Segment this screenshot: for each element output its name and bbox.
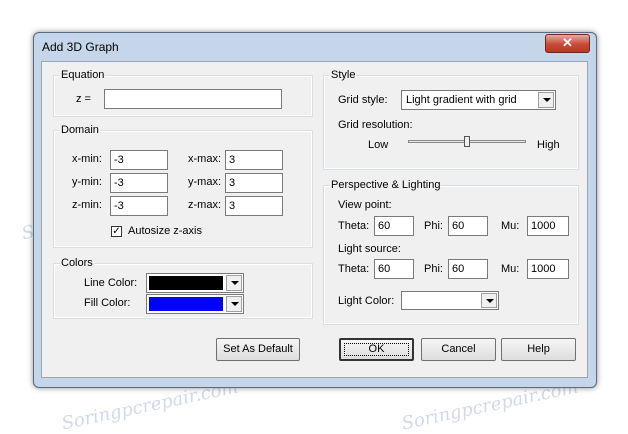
z-equation-input[interactable] xyxy=(104,89,282,109)
check-icon: ✓ xyxy=(112,226,121,237)
title-bar[interactable]: Add 3D Graph ✕ xyxy=(34,33,596,61)
chevron-down-icon[interactable] xyxy=(226,275,242,291)
autosize-z-axis-checkbox[interactable]: ✓ xyxy=(111,226,122,237)
perspective-lighting-group: Perspective & Lighting View point: Theta… xyxy=(323,179,579,325)
help-label: Help xyxy=(527,343,550,355)
add-3d-graph-dialog: Add 3D Graph ✕ Equation z = Domain x-min… xyxy=(33,32,597,388)
autosize-z-axis-label[interactable]: Autosize z-axis xyxy=(128,225,202,237)
chevron-down-icon[interactable] xyxy=(538,92,554,108)
vp-phi-input[interactable]: 60 xyxy=(448,216,488,236)
style-group: Style Grid style: Light gradient with gr… xyxy=(323,69,579,170)
ls-mu-input[interactable]: 1000 xyxy=(527,259,569,279)
ls-phi-label: Phi: xyxy=(424,263,443,275)
grid-style-value: Light gradient with grid xyxy=(406,94,517,106)
dialog-client-area: Equation z = Domain x-min: -3 x-max: 3 y… xyxy=(41,61,588,378)
ok-button[interactable]: OK xyxy=(339,338,414,361)
chevron-down-icon[interactable] xyxy=(481,293,497,308)
style-legend: Style xyxy=(330,69,357,81)
colors-group: Colors Line Color: Fill Color: xyxy=(53,257,313,319)
vp-theta-input[interactable]: 60 xyxy=(374,216,414,236)
fill-color-swatch xyxy=(149,297,223,311)
equation-group: Equation z = xyxy=(53,69,313,117)
view-point-label: View point: xyxy=(338,199,392,211)
light-color-swatch xyxy=(404,294,478,307)
perspective-lighting-legend: Perspective & Lighting xyxy=(330,179,442,191)
grid-resolution-label: Grid resolution: xyxy=(338,119,413,131)
xmin-label: x-min: xyxy=(72,153,102,165)
chevron-down-icon[interactable] xyxy=(226,296,242,312)
colors-legend: Colors xyxy=(60,257,94,269)
fill-color-label: Fill Color: xyxy=(84,297,131,309)
close-icon: ✕ xyxy=(562,35,573,50)
light-color-label: Light Color: xyxy=(338,295,395,307)
window-title: Add 3D Graph xyxy=(42,40,119,54)
z-label: z = xyxy=(76,93,91,105)
grid-style-dropdown[interactable]: Light gradient with grid xyxy=(401,90,556,110)
vp-mu-label: Mu: xyxy=(501,220,520,232)
zmax-label: z-max: xyxy=(188,199,221,211)
grid-resolution-slider-thumb[interactable] xyxy=(464,136,470,147)
help-button[interactable]: Help xyxy=(501,338,576,361)
domain-group: Domain x-min: -3 x-max: 3 y-min: -3 y-ma… xyxy=(53,124,313,248)
vp-theta-label: Theta: xyxy=(338,220,370,232)
line-color-label: Line Color: xyxy=(84,277,138,289)
ymin-label: y-min: xyxy=(72,176,102,188)
line-color-dropdown[interactable] xyxy=(146,273,244,293)
high-label: High xyxy=(537,139,560,151)
zmax-input[interactable]: 3 xyxy=(225,196,283,216)
ymin-input[interactable]: -3 xyxy=(110,173,168,193)
low-label: Low xyxy=(368,139,389,151)
zmin-label: z-min: xyxy=(72,199,102,211)
ymax-input[interactable]: 3 xyxy=(225,173,283,193)
line-color-swatch xyxy=(149,276,223,290)
ymax-label: y-max: xyxy=(188,176,221,188)
light-source-label: Light source: xyxy=(338,243,401,255)
xmax-input[interactable]: 3 xyxy=(225,150,283,170)
zmin-input[interactable]: -3 xyxy=(110,196,168,216)
ls-mu-label: Mu: xyxy=(501,263,520,275)
ls-theta-label: Theta: xyxy=(338,263,370,275)
light-color-dropdown[interactable] xyxy=(401,291,499,310)
set-as-default-button[interactable]: Set As Default xyxy=(216,338,300,361)
xmax-label: x-max: xyxy=(188,153,221,165)
vp-phi-label: Phi: xyxy=(424,220,443,232)
cancel-button[interactable]: Cancel xyxy=(421,338,496,361)
equation-legend: Equation xyxy=(60,69,106,81)
vp-mu-input[interactable]: 1000 xyxy=(527,216,569,236)
fill-color-dropdown[interactable] xyxy=(146,294,244,314)
ls-theta-input[interactable]: 60 xyxy=(374,259,414,279)
ls-phi-input[interactable]: 60 xyxy=(448,259,488,279)
focus-rect xyxy=(344,343,409,356)
cancel-label: Cancel xyxy=(441,343,476,355)
xmin-input[interactable]: -3 xyxy=(110,150,168,170)
domain-legend: Domain xyxy=(60,124,100,136)
grid-style-label: Grid style: xyxy=(338,94,388,106)
set-as-default-label: Set As Default xyxy=(223,343,293,355)
close-button[interactable]: ✕ xyxy=(545,34,590,53)
